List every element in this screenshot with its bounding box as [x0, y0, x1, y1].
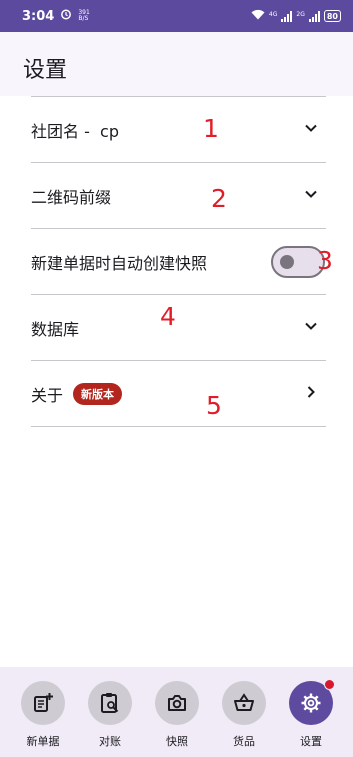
- annotation-marker: 5: [206, 391, 222, 420]
- toggle-thumb: [280, 255, 294, 269]
- nav-button[interactable]: [88, 681, 132, 725]
- nav-label: 设置: [300, 735, 322, 748]
- network-type-1: 4G: [268, 10, 278, 18]
- battery-indicator: 80: [323, 10, 341, 22]
- chevron-right-icon: [307, 386, 315, 398]
- nav-item-reconcile[interactable]: 对账: [80, 681, 140, 749]
- settings-list: 社团名 - cp 1 二维码前缀 2 新建单据时自动创建快照 3 数据库 4 关…: [31, 96, 333, 427]
- nav-button[interactable]: [155, 681, 199, 725]
- setting-label: 社团名 - cp: [31, 121, 119, 141]
- gear-icon: [301, 693, 321, 713]
- signal-icon-2: [308, 10, 320, 22]
- new-version-badge: 新版本: [73, 382, 123, 405]
- nav-button[interactable]: [222, 681, 266, 725]
- nav-button[interactable]: [289, 679, 335, 725]
- network-speed: 391 B/S: [78, 9, 90, 22]
- setting-database[interactable]: 数据库 4: [31, 295, 326, 360]
- alarm-icon: [60, 8, 72, 24]
- camera-icon: [168, 695, 186, 711]
- app-bar: 设置: [0, 32, 353, 96]
- nav-item-new-document[interactable]: 新单据: [13, 681, 73, 749]
- notification-dot: [324, 679, 335, 690]
- setting-about[interactable]: 关于 新版本 5: [31, 361, 326, 426]
- divider: [31, 426, 326, 427]
- wifi-icon: [251, 9, 265, 24]
- status-time: 3:04: [22, 8, 55, 24]
- setting-label: 关于: [31, 385, 64, 405]
- annotation-marker: 3: [317, 246, 333, 275]
- setting-auto-snapshot: 新建单据时自动创建快照 3: [31, 229, 333, 294]
- page-title: 设置: [23, 58, 68, 83]
- nav-item-goods[interactable]: 货品: [214, 681, 274, 749]
- chevron-down-icon: [305, 322, 317, 330]
- signal-icon: [281, 10, 293, 22]
- nav-button[interactable]: [21, 681, 65, 725]
- status-bar: 3:04 391 B/S 4G 2G 80: [0, 0, 353, 32]
- setting-qrcode-prefix[interactable]: 二维码前缀 2: [31, 163, 326, 228]
- basket-icon: [234, 693, 254, 711]
- setting-label: 数据库: [31, 319, 80, 339]
- setting-label: 二维码前缀: [31, 187, 112, 207]
- nav-label: 货品: [233, 735, 255, 748]
- setting-club-name[interactable]: 社团名 - cp 1: [31, 97, 326, 162]
- nav-label: 新单据: [26, 735, 60, 748]
- bottom-nav: 新单据 对账 快照 货品 设置: [0, 667, 353, 757]
- annotation-marker: 2: [211, 184, 227, 213]
- nav-item-snapshot[interactable]: 快照: [147, 681, 207, 749]
- chevron-down-icon: [305, 124, 317, 132]
- nav-label: 快照: [166, 735, 188, 748]
- nav-label: 对账: [99, 735, 121, 748]
- annotation-marker: 4: [160, 302, 176, 331]
- annotation-marker: 1: [203, 114, 219, 143]
- nav-item-settings[interactable]: 设置: [281, 679, 341, 749]
- new-document-icon: [34, 693, 53, 712]
- chevron-down-icon: [305, 190, 317, 198]
- setting-label: 新建单据时自动创建快照: [31, 253, 208, 273]
- clipboard-search-icon: [101, 693, 119, 713]
- network-type-2: 2G: [296, 10, 305, 18]
